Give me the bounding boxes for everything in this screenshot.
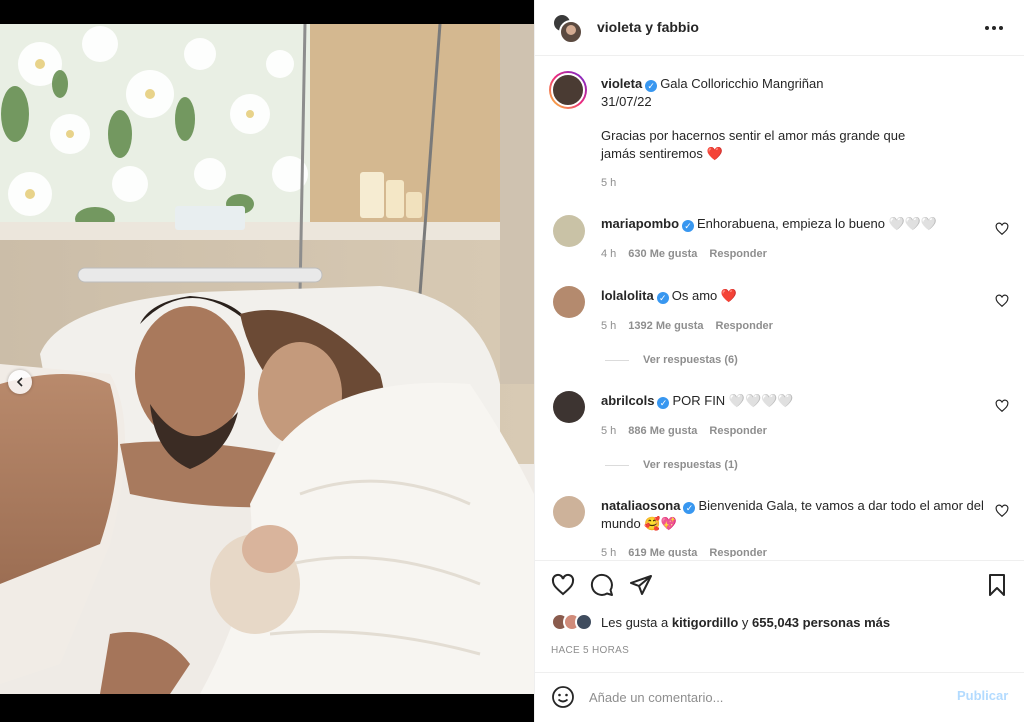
- reply-button[interactable]: Responder: [709, 425, 766, 437]
- post-authors[interactable]: violeta y fabbio: [597, 19, 699, 35]
- comment-likes[interactable]: 619 Me gusta: [628, 547, 697, 557]
- carousel-prev-button[interactable]: [8, 370, 32, 394]
- instagram-post-window: violeta y fabbio violeta ✓ Gala Colloricch…: [0, 0, 1024, 722]
- comment-time: 4 h: [601, 248, 617, 260]
- comment-meta: 5 h 1392 Me gusta Responder: [601, 320, 773, 332]
- liker-avatar: [575, 613, 593, 631]
- letterbox-bar: [0, 694, 534, 722]
- verified-icon: ✓: [683, 502, 696, 514]
- caption-username[interactable]: violeta: [601, 76, 642, 91]
- verified-icon: ✓: [682, 220, 695, 232]
- comment-time: 5 h: [601, 320, 617, 332]
- post-header: violeta y fabbio: [535, 0, 1024, 56]
- caption-tag: Gala Colloricchio Mangriñan: [660, 76, 824, 91]
- view-replies-button[interactable]: Ver respuestas (1): [605, 459, 738, 471]
- emoji-icon[interactable]: [551, 685, 575, 709]
- reply-button[interactable]: Responder: [709, 248, 766, 260]
- likes-prefix: Les gusta a: [601, 614, 669, 630]
- comment-meta: 5 h 886 Me gusta Responder: [601, 425, 767, 437]
- caption-avatar[interactable]: [549, 71, 587, 109]
- comment-bubble-icon[interactable]: [590, 573, 614, 597]
- comment-text: Enhorabuena, empieza lo bueno 🤍🤍🤍: [697, 216, 938, 231]
- comment-meta: 5 h 619 Me gusta Responder: [601, 547, 767, 557]
- comment-text: Os amo ❤️: [671, 288, 738, 303]
- comment-avatar[interactable]: [553, 286, 585, 318]
- comments-list[interactable]: violeta ✓ Gala Colloricchio Mangriñan 31/0…: [535, 57, 1024, 557]
- comment-avatar[interactable]: [553, 215, 585, 247]
- hospital-family-photo: [0, 24, 534, 694]
- post-actions: Les gusta a kitigordillo y 655,043 perso…: [535, 560, 1024, 682]
- comment-likes[interactable]: 886 Me gusta: [628, 425, 697, 437]
- comment-body: nataliaosona ✓ Bienvenida Gala, te vamos a…: [601, 497, 986, 533]
- like-heart-icon[interactable]: [551, 573, 575, 597]
- comment-likes[interactable]: 1392 Me gusta: [628, 320, 703, 332]
- comment-body: lolalolita ✓ Os amo ❤️: [601, 287, 981, 305]
- likes-user[interactable]: kitigordillo: [672, 615, 738, 630]
- comment-time: 5 h: [601, 547, 617, 557]
- post-photo[interactable]: [0, 24, 534, 694]
- comment-username[interactable]: abrilcols: [601, 393, 654, 408]
- comment-text: POR FIN 🤍🤍🤍🤍: [672, 393, 794, 408]
- likes-text[interactable]: Les gusta a kitigordillo y 655,043 perso…: [601, 615, 890, 630]
- comment-body: mariapombo ✓ Enhorabuena, empieza lo bueno…: [601, 215, 981, 233]
- verified-icon: ✓: [656, 292, 669, 304]
- caption-date: 31/07/22: [601, 94, 652, 109]
- dot-icon: [999, 26, 1003, 30]
- comment-username[interactable]: mariapombo: [601, 216, 679, 231]
- like-comment-heart-icon[interactable]: [995, 504, 1009, 518]
- like-comment-heart-icon[interactable]: [995, 294, 1009, 308]
- caption-text: Gracias por hacernos sentir el amor más …: [601, 128, 906, 161]
- dot-icon: [985, 26, 989, 30]
- verified-icon: ✓: [657, 397, 670, 409]
- bookmark-icon[interactable]: [985, 573, 1009, 597]
- share-paper-plane-icon[interactable]: [629, 573, 653, 597]
- comment-avatar[interactable]: [553, 496, 585, 528]
- posted-time: HACE 5 HORAS: [551, 645, 630, 656]
- reply-button[interactable]: Responder: [716, 320, 773, 332]
- likes-connector: y: [741, 614, 749, 630]
- add-comment-bar: Publicar: [535, 672, 1024, 722]
- comment-time: 5 h: [601, 425, 617, 437]
- like-comment-heart-icon[interactable]: [995, 222, 1009, 236]
- likes-summary[interactable]: Les gusta a kitigordillo y 655,043 perso…: [551, 611, 890, 633]
- publish-button[interactable]: Publicar: [957, 688, 1008, 703]
- comment-meta: 4 h 630 Me gusta Responder: [601, 248, 767, 260]
- verified-icon: ✓: [645, 80, 658, 92]
- dot-icon: [992, 26, 996, 30]
- comment-username[interactable]: lolalolita: [601, 288, 654, 303]
- collab-avatars[interactable]: [551, 12, 583, 44]
- more-options-button[interactable]: [981, 18, 1007, 38]
- view-replies-button[interactable]: Ver respuestas (6): [605, 354, 738, 366]
- comment-body: abrilcols ✓ POR FIN 🤍🤍🤍🤍: [601, 392, 981, 410]
- chevron-left-icon: [16, 377, 23, 387]
- reply-button[interactable]: Responder: [709, 547, 766, 557]
- comment-avatar[interactable]: [553, 391, 585, 423]
- caption-time: 5 h: [601, 177, 617, 189]
- comment-likes[interactable]: 630 Me gusta: [628, 248, 697, 260]
- like-comment-heart-icon[interactable]: [995, 399, 1009, 413]
- post-details-panel: violeta y fabbio violeta ✓ Gala Colloricch…: [534, 0, 1024, 722]
- comment-input[interactable]: [589, 685, 939, 709]
- likes-count[interactable]: 655,043 personas más: [752, 615, 890, 630]
- caption-header: violeta ✓ Gala Colloricchio Mangriñan: [601, 75, 1001, 93]
- comment-username[interactable]: nataliaosona: [601, 498, 680, 513]
